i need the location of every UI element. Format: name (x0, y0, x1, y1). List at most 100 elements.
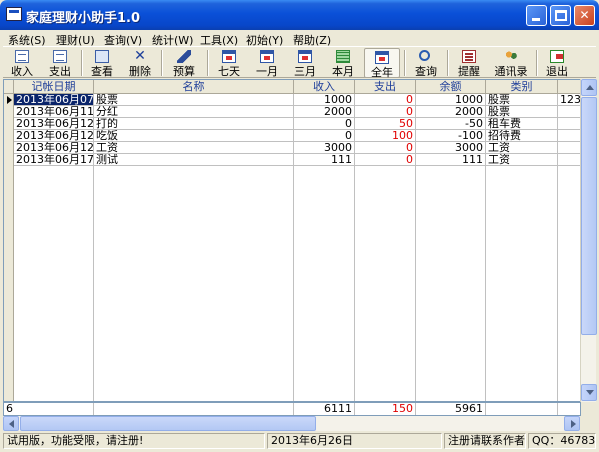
cell-extra[interactable] (558, 118, 580, 130)
vertical-scroll-thumb[interactable] (581, 97, 597, 335)
seven-days-button[interactable]: 七天 (212, 48, 246, 78)
cell-name[interactable]: 分红 (94, 106, 294, 118)
summary-row: 6 6111 150 5961 (3, 402, 581, 416)
cell-extra[interactable] (558, 154, 580, 166)
horizontal-scroll-thumb[interactable] (20, 416, 316, 431)
cell-date[interactable]: 2013年06月12日 (14, 142, 94, 154)
reminder-button[interactable]: 提醒 (452, 48, 486, 78)
cell-date[interactable]: 2013年06月07日 (14, 94, 94, 106)
cell-category[interactable]: 工资 (486, 154, 558, 166)
scroll-down-button[interactable] (581, 384, 597, 401)
table-row[interactable]: 2013年06月11日 分红 2000 0 2000 股票 (4, 106, 580, 118)
cell-extra[interactable] (558, 106, 580, 118)
header-expense[interactable]: 支出 (355, 80, 416, 94)
minimize-button[interactable] (526, 5, 547, 26)
cell-balance[interactable]: 111 (416, 154, 486, 166)
header-name[interactable]: 名称 (94, 80, 294, 94)
cell-expense[interactable]: 0 (355, 142, 416, 154)
table-row[interactable]: 2013年06月12日 打的 0 50 -50 租车费 (4, 118, 580, 130)
cell-balance[interactable]: -100 (416, 130, 486, 142)
cell-name[interactable]: 吃饭 (94, 130, 294, 142)
cell-name[interactable]: 股票 (94, 94, 294, 106)
table-row[interactable]: 2013年06月12日 吃饭 0 100 -100 招待费 (4, 130, 580, 142)
cell-category[interactable]: 股票 (486, 94, 558, 106)
summary-category (486, 403, 558, 415)
scroll-right-button[interactable] (564, 416, 580, 431)
full-year-button[interactable]: 全年 (364, 48, 400, 79)
cell-balance[interactable]: 3000 (416, 142, 486, 154)
three-months-button[interactable]: 三月 (288, 48, 322, 78)
full-year-label: 全年 (371, 66, 393, 79)
header-balance[interactable]: 余额 (416, 80, 486, 94)
cell-extra[interactable]: 1234 (558, 94, 580, 106)
cell-income[interactable]: 3000 (294, 142, 355, 154)
scroll-up-button[interactable] (581, 79, 597, 96)
cell-income[interactable]: 111 (294, 154, 355, 166)
cell-expense[interactable]: 100 (355, 130, 416, 142)
grid-header: 记帐日期 名称 收入 支出 余额 类别 (4, 80, 580, 94)
table-row[interactable]: 2013年06月07日 股票 1000 0 1000 股票 1234 (4, 94, 580, 106)
cell-extra[interactable] (558, 142, 580, 154)
cell-income[interactable]: 2000 (294, 106, 355, 118)
seven-days-label: 七天 (218, 65, 240, 78)
view-icon (95, 50, 109, 63)
query-button[interactable]: 查询 (409, 48, 443, 78)
exit-label: 退出 (546, 65, 568, 78)
toolbar-separator (161, 50, 163, 76)
vertical-scrollbar[interactable] (580, 79, 597, 402)
cell-income[interactable]: 0 (294, 118, 355, 130)
cell-date[interactable]: 2013年06月17日 (14, 154, 94, 166)
table-row[interactable]: 2013年06月17日 测试 111 0 111 工资 (4, 154, 580, 166)
summary-income: 6111 (294, 403, 355, 415)
one-month-button[interactable]: 一月 (250, 48, 284, 78)
cell-expense[interactable]: 50 (355, 118, 416, 130)
records-grid[interactable]: 记帐日期 名称 收入 支出 余额 类别 2013年06月07日 股票 1000 … (3, 79, 581, 402)
header-category[interactable]: 类别 (486, 80, 558, 94)
budget-button[interactable]: 预算 (166, 48, 202, 78)
delete-button[interactable]: ✕ 删除 (123, 48, 157, 78)
cell-balance[interactable]: 2000 (416, 106, 486, 118)
header-date[interactable]: 记帐日期 (14, 80, 94, 94)
cell-date[interactable]: 2013年06月12日 (14, 130, 94, 142)
cell-category[interactable]: 招待费 (486, 130, 558, 142)
income-button[interactable]: 收入 (5, 48, 39, 78)
expense-button[interactable]: 支出 (43, 48, 77, 78)
scroll-left-button[interactable] (3, 416, 19, 431)
cell-date[interactable]: 2013年06月11日 (14, 106, 94, 118)
header-extra[interactable] (558, 80, 580, 94)
cell-name[interactable]: 打的 (94, 118, 294, 130)
cell-category[interactable]: 租车费 (486, 118, 558, 130)
cell-balance[interactable]: -50 (416, 118, 486, 130)
header-income[interactable]: 收入 (294, 80, 355, 94)
this-month-button[interactable]: 本月 (326, 48, 360, 78)
cell-category[interactable]: 股票 (486, 106, 558, 118)
cell-income[interactable]: 1000 (294, 94, 355, 106)
toolbar-separator (207, 50, 209, 76)
cell-name[interactable]: 工资 (94, 142, 294, 154)
query-label: 查询 (415, 65, 437, 78)
exit-button[interactable]: 退出 (540, 48, 574, 78)
cell-income[interactable]: 0 (294, 130, 355, 142)
income-label: 收入 (11, 65, 33, 78)
close-button[interactable]: ✕ (574, 5, 595, 26)
maximize-button[interactable] (550, 5, 571, 26)
cell-date[interactable]: 2013年06月12日 (14, 118, 94, 130)
view-button[interactable]: 查看 (85, 48, 119, 78)
view-label: 查看 (91, 65, 113, 78)
contacts-button[interactable]: 通讯录 (489, 48, 533, 78)
budget-icon (177, 50, 191, 63)
horizontal-scrollbar[interactable] (3, 416, 581, 431)
cell-expense[interactable]: 0 (355, 154, 416, 166)
calendar-icon (260, 50, 274, 63)
cell-name[interactable]: 测试 (94, 154, 294, 166)
arrow-right-icon (571, 420, 576, 428)
table-row[interactable]: 2013年06月12日 工资 3000 0 3000 工资 (4, 142, 580, 154)
budget-label: 预算 (173, 65, 195, 78)
title-bar[interactable]: 家庭理财小助手1.0 ✕ (0, 0, 599, 30)
cell-extra[interactable] (558, 130, 580, 142)
cell-expense[interactable]: 0 (355, 94, 416, 106)
header-indicator (4, 80, 14, 94)
cell-category[interactable]: 工资 (486, 142, 558, 154)
cell-balance[interactable]: 1000 (416, 94, 486, 106)
cell-expense[interactable]: 0 (355, 106, 416, 118)
